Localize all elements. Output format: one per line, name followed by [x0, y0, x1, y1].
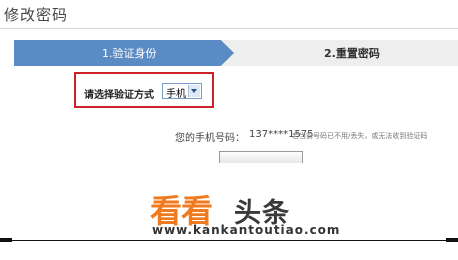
watermark-url: www.kankantoutiao.com [152, 223, 341, 237]
bottom-divider [0, 240, 458, 241]
bottom-left-corner-mark [0, 238, 12, 242]
chevron-down-icon[interactable] [188, 85, 200, 97]
verify-method-selected-value: 手机 [166, 89, 186, 100]
phone-label: 您的手机号码： [175, 133, 245, 144]
verify-method-label: 请选择验证方式 [84, 90, 154, 101]
watermark-logo: 看看 头条 www.kankantoutiao.com [150, 186, 370, 237]
step-progress: 1.验证身份 2.重置密码 [14, 40, 458, 66]
bottom-right-corner-mark [446, 238, 458, 242]
page-title: 修改密码 [4, 6, 69, 24]
verify-method-highlight: 请选择验证方式 手机 [74, 72, 214, 108]
step-reset-password-label: 2.重置密码 [324, 47, 380, 60]
title-bar: 修改密码 [0, 0, 458, 29]
verify-method-select[interactable]: 手机 [162, 83, 202, 100]
get-sms-code-button[interactable] [219, 151, 303, 163]
phone-lost-note[interactable]: 若当前号码已不用/丢失，或无法收到验证码 [292, 131, 427, 141]
step-verify-identity-label: 1.验证身份 [102, 47, 157, 60]
